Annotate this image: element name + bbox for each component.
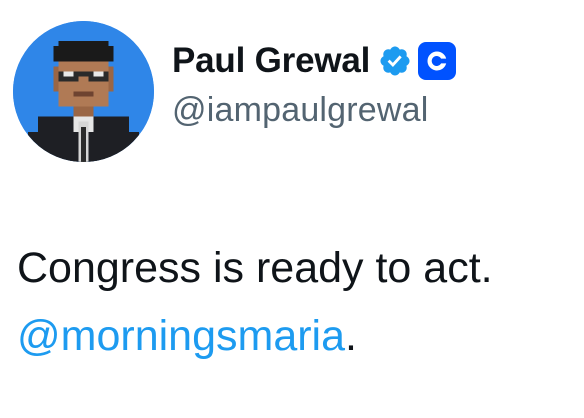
author-display-name[interactable]: Paul Grewal <box>172 41 370 81</box>
author-avatar[interactable] <box>13 21 154 162</box>
pixel-portrait-icon <box>13 21 154 162</box>
mention-link[interactable]: @morningsmaria <box>17 312 345 360</box>
tweet-text-line: Congress is ready to act. <box>17 244 493 292</box>
coinbase-c-icon <box>427 51 447 71</box>
verified-badge-icon[interactable] <box>378 44 412 78</box>
tweet-card: Paul Grewal @iampaulgrewal Congress is r… <box>0 0 584 418</box>
trailing-punctuation: . <box>345 312 357 360</box>
tweet-text-line: @morningsmaria. <box>17 302 584 370</box>
author-handle[interactable]: @iampaulgrewal <box>172 91 456 130</box>
name-row: Paul Grewal <box>172 37 457 85</box>
author-info: Paul Grewal @iampaulgrewal <box>172 37 457 130</box>
coinbase-logo-icon[interactable] <box>418 42 457 80</box>
tweet-text: Congress is ready to act. @morningsmaria… <box>17 234 584 370</box>
